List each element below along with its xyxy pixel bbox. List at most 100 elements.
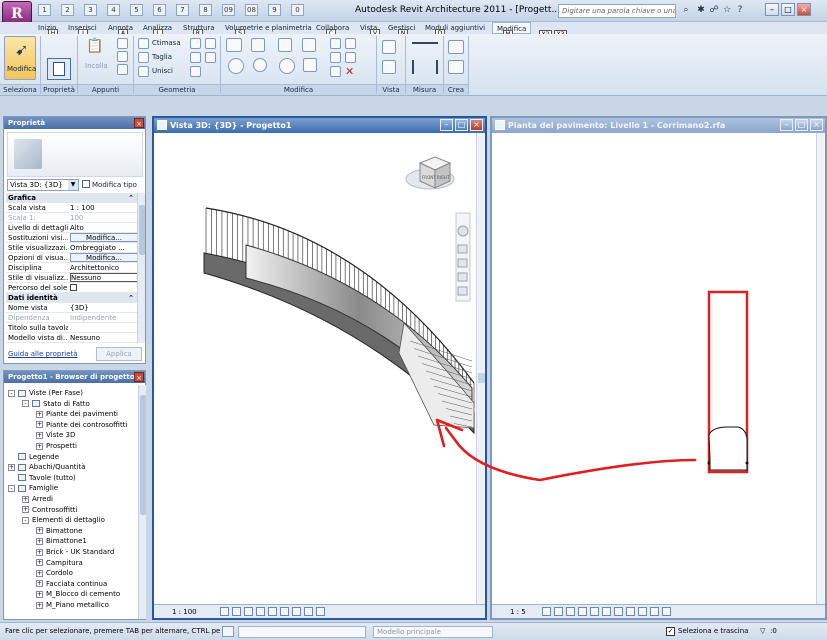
view-control-icon[interactable] (316, 607, 325, 616)
property-value[interactable]: Modifica... (70, 233, 138, 242)
view-control-icon[interactable] (244, 607, 253, 616)
expand-icon[interactable]: + (36, 548, 43, 556)
minimize-button[interactable]: – (765, 3, 779, 16)
workset-dropdown[interactable] (238, 626, 366, 638)
wall-joins-icon[interactable] (190, 52, 201, 63)
browser-item[interactable]: + Bimattone1 (36, 536, 87, 546)
split-icon[interactable] (330, 38, 341, 49)
mirror-draw-icon[interactable] (302, 38, 316, 52)
property-row[interactable]: Opzioni di visua... Modifica... (6, 253, 138, 263)
browser-item[interactable]: - Famiglie (8, 483, 58, 493)
view-control-icon[interactable] (268, 607, 277, 616)
mirror-axis-icon[interactable] (278, 38, 292, 52)
properties-close-button[interactable]: × (134, 118, 144, 128)
expand-icon[interactable]: + (36, 601, 43, 609)
design-option-dropdown[interactable]: Modello principale (373, 626, 493, 638)
browser-item[interactable]: Legende (8, 452, 59, 462)
property-row[interactable]: Stile di visualizz... Nessuno (6, 273, 138, 283)
property-row[interactable]: Stile visualizzazi... Ombreggiato ... (6, 243, 137, 253)
browser-item[interactable]: + Prospetti (36, 441, 77, 451)
tab-modifica[interactable]: ModificaM (492, 22, 532, 39)
expand-icon[interactable]: + (36, 537, 43, 545)
view-control-icon[interactable] (578, 607, 587, 616)
expand-icon[interactable]: + (8, 463, 15, 471)
expand-icon[interactable]: + (36, 580, 43, 588)
property-row[interactable]: Percorso del sole (6, 283, 137, 293)
split-face-icon[interactable] (190, 38, 201, 49)
property-row[interactable]: Nome vista {3D} (6, 303, 137, 313)
view-control-icon[interactable] (542, 607, 551, 616)
create-assembly-icon[interactable] (448, 40, 464, 54)
expand-icon[interactable]: + (22, 506, 29, 514)
property-value[interactable]: Alto (70, 223, 138, 233)
cut-geometry-label[interactable]: Taglia (152, 53, 172, 61)
browser-item[interactable]: + Abachi/Quantità (8, 462, 86, 472)
property-value[interactable]: {3D} (70, 303, 138, 313)
browser-item[interactable]: + Bimattone (36, 526, 82, 536)
view-3d-vscrollbar[interactable] (476, 133, 485, 604)
quick-access-button[interactable]: 4 (107, 4, 120, 16)
demolish-icon[interactable] (190, 66, 201, 77)
view-control-icon[interactable] (590, 607, 599, 616)
quick-access-button[interactable]: 5 (130, 4, 143, 16)
view-control-icon[interactable] (304, 607, 313, 616)
collapse-icon[interactable]: - (22, 400, 29, 408)
floor-plan-close-button[interactable]: × (810, 119, 823, 131)
view-control-icon[interactable] (662, 607, 671, 616)
cut-icon[interactable] (117, 38, 128, 49)
collapse-icon[interactable]: - (22, 516, 29, 524)
scrollbar-thumb[interactable] (140, 395, 146, 515)
tab-vista[interactable]: VistaV (360, 22, 380, 38)
view-control-icon[interactable] (292, 607, 301, 616)
delete-icon[interactable]: ✕ (345, 65, 354, 78)
collapse-chevron-icon[interactable]: ⌃ (128, 193, 134, 203)
worksets-icon[interactable] (222, 626, 234, 637)
paste-icon[interactable]: 📋 (86, 38, 103, 54)
browser-item[interactable]: + Piante dei controsoffitti (36, 420, 127, 430)
filter-icon[interactable]: ▽ (760, 623, 765, 640)
view-control-icon[interactable] (650, 607, 659, 616)
property-value[interactable]: 1 : 100 (70, 203, 138, 213)
property-row[interactable]: Modello vista di... Nessuno (6, 333, 137, 343)
browser-item[interactable]: + Campitura (36, 558, 83, 568)
view-3d-minimize-button[interactable]: – (440, 119, 453, 131)
quick-access-button[interactable]: 6 (153, 4, 166, 16)
expand-icon[interactable]: + (36, 431, 43, 439)
browser-item[interactable]: Tavole (tutto) (8, 473, 76, 483)
property-row[interactable]: Livello di dettaglio Alto (6, 223, 137, 233)
property-value[interactable]: Nessuno (70, 273, 138, 282)
cut-geometry-icon[interactable] (138, 52, 149, 63)
quick-access-button[interactable]: 3 (84, 4, 97, 16)
tab-annota[interactable]: AnnotaA (108, 22, 133, 38)
property-value[interactable]: Ombreggiato ... (70, 243, 138, 253)
measure-icon[interactable] (412, 42, 438, 44)
view-control-icon[interactable] (638, 607, 647, 616)
tab-collabora[interactable]: CollaboraC (316, 22, 349, 38)
modify-tool-button[interactable]: ➹ Modifica (4, 36, 36, 80)
navigation-bar[interactable] (455, 212, 471, 302)
rotate-icon[interactable] (279, 58, 295, 74)
floor-plan-window[interactable]: Pianta del pavimento: Livello 1 - Corrim… (490, 116, 827, 620)
property-row[interactable]: Scala 1: 100 (6, 213, 137, 223)
aligned-dimension-icon[interactable] (412, 60, 438, 74)
browser-item[interactable]: + Facciata continua (36, 579, 107, 589)
browser-item[interactable]: + M_Piano metallico (36, 600, 109, 610)
quick-access-button[interactable]: 2 (61, 4, 74, 16)
help-icon[interactable]: ? (734, 4, 746, 16)
property-row[interactable]: Titolo sulla tavola (6, 323, 137, 333)
browser-item[interactable]: - Stato di Fatto (22, 399, 90, 409)
cope-icon[interactable] (138, 38, 149, 49)
cope-label[interactable]: Ctimasa (152, 39, 181, 47)
properties-scrollbar[interactable] (137, 193, 145, 343)
property-value[interactable]: Modifica... (70, 253, 138, 262)
expand-icon[interactable]: + (36, 421, 43, 429)
communication-center-icon[interactable]: ☍ (708, 4, 720, 16)
favorites-star-icon[interactable]: ☆ (721, 4, 733, 16)
quick-access-button[interactable]: 08 (245, 4, 258, 16)
view-3d-maximize-button[interactable]: □ (455, 119, 468, 131)
project-browser-close-button[interactable]: × (134, 372, 144, 382)
view-3d-close-button[interactable]: × (470, 119, 483, 131)
scrollbar-thumb[interactable] (139, 205, 145, 255)
join-label[interactable]: Unisci (152, 67, 173, 75)
subscription-key-icon[interactable]: ✱ (695, 4, 707, 16)
